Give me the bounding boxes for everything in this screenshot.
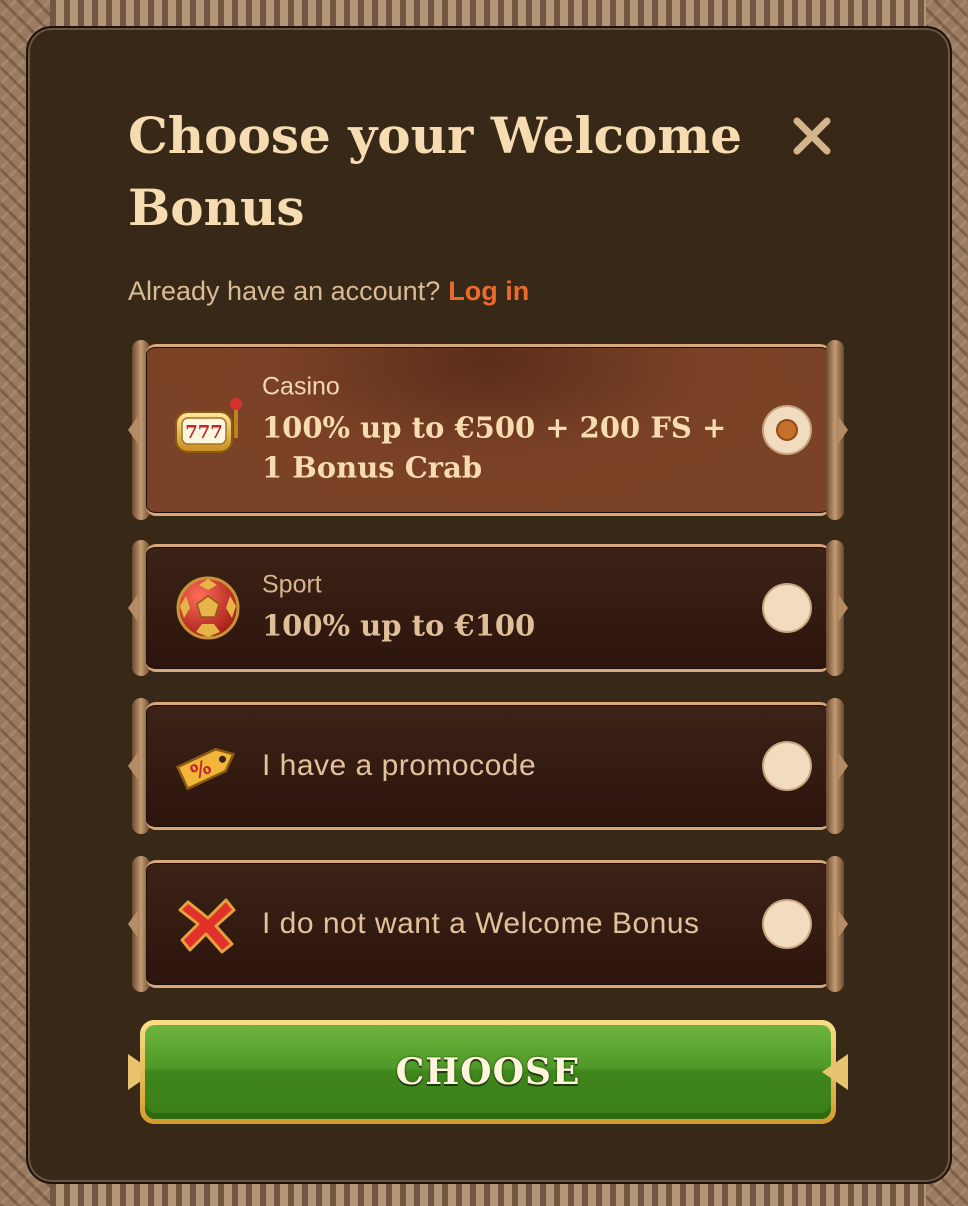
option-rail-right <box>826 540 844 676</box>
red-x-icon <box>178 898 236 954</box>
option-rail-right <box>826 698 844 834</box>
slot-machine-777-icon: 777 <box>175 398 242 453</box>
option-rail-right <box>826 856 844 992</box>
choose-button-frame: CHOOSE <box>140 1020 836 1124</box>
option-radio[interactable] <box>764 585 810 631</box>
bonus-option-promocode[interactable]: % I have a promocode <box>132 698 844 834</box>
option-bonus: 100% up to €100 <box>262 608 536 643</box>
option-label: I have a promocode <box>262 749 537 782</box>
option-radio-selected[interactable] <box>764 407 810 453</box>
option-text: Sport 100% up to €100 <box>262 571 732 646</box>
option-rail-right <box>826 340 844 520</box>
radio-dot <box>778 421 796 439</box>
percent-tag-icon: % <box>175 747 236 791</box>
option-label: I do not want a Welcome Bonus <box>262 907 700 940</box>
close-icon <box>793 117 831 155</box>
account-prompt: Already have an account? Log in <box>128 276 529 307</box>
button-tip-right <box>822 1054 848 1090</box>
choose-button-label: CHOOSE <box>395 1051 581 1093</box>
option-category: Casino <box>262 372 340 401</box>
option-bonus: 100% up to €500 + 200 FS + 1 Bonus Crab <box>262 410 727 485</box>
account-prompt-text: Already have an account? <box>128 276 441 306</box>
option-text: I have a promocode <box>262 749 732 783</box>
modal-title: Choose your Welcome Bonus <box>128 106 743 237</box>
option-text: I do not want a Welcome Bonus <box>262 907 732 941</box>
option-category: Sport <box>262 570 322 599</box>
frame-top-border <box>50 0 926 28</box>
option-radio[interactable] <box>764 901 810 947</box>
bonus-option-no-bonus[interactable]: I do not want a Welcome Bonus <box>132 856 844 992</box>
svg-text:777: 777 <box>185 422 223 443</box>
bonus-option-casino[interactable]: 777 Casino 100% up to €500 + 200 FS + 1 … <box>132 340 844 520</box>
login-link[interactable]: Log in <box>448 276 529 306</box>
bonus-option-sport[interactable]: Sport 100% up to €100 <box>132 540 844 676</box>
option-radio[interactable] <box>764 743 810 789</box>
soccer-ball-icon <box>176 576 240 640</box>
choose-button-face: CHOOSE <box>145 1025 831 1119</box>
close-button[interactable] <box>788 112 836 160</box>
option-text: Casino 100% up to €500 + 200 FS + 1 Bonu… <box>262 373 732 488</box>
choose-button[interactable]: CHOOSE <box>128 1018 848 1126</box>
